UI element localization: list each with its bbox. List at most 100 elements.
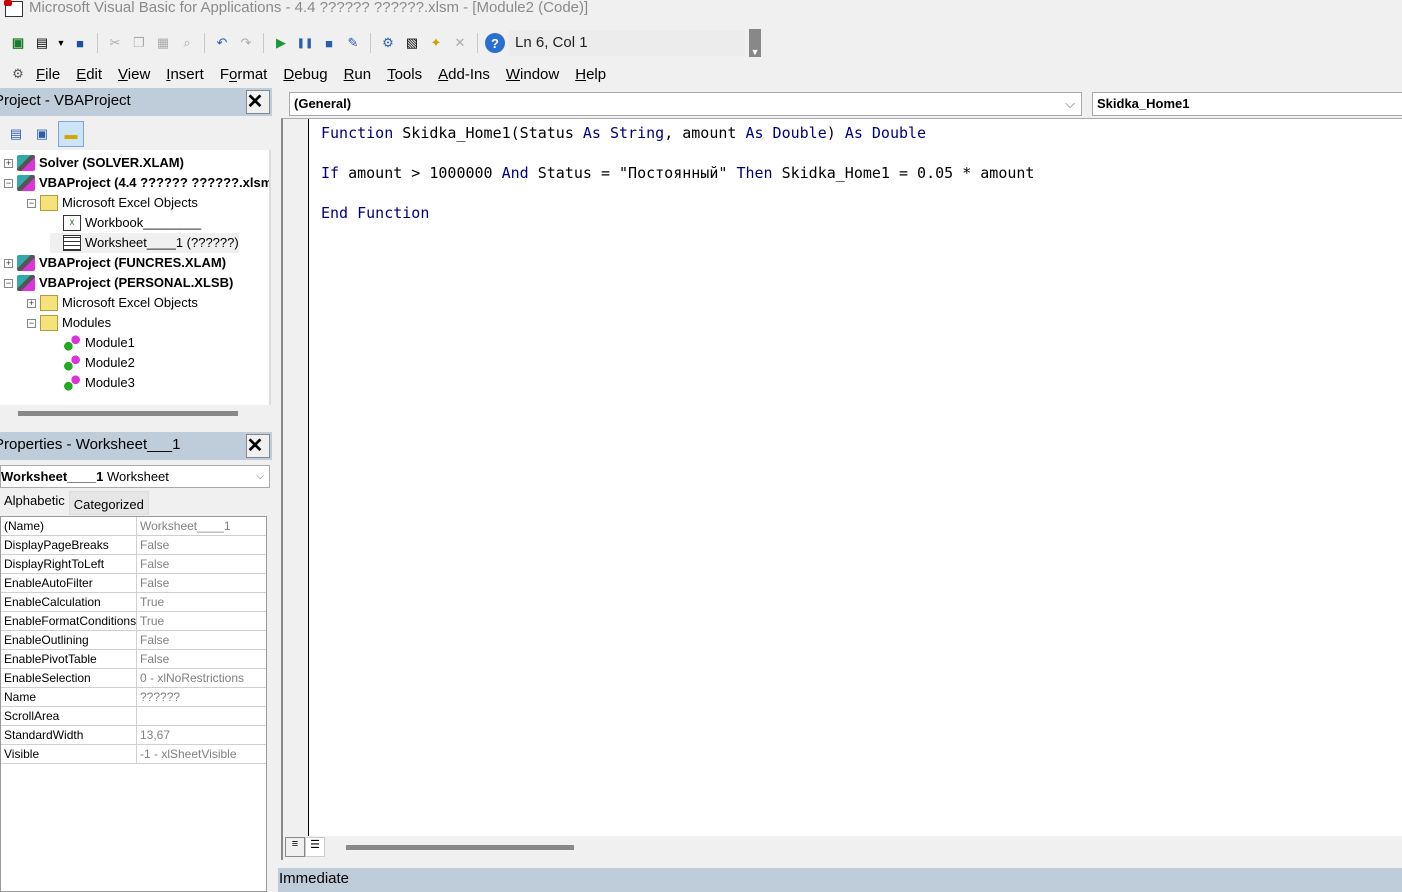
property-row[interactable]: DisplayRightToLeft False	[1, 555, 266, 574]
property-row[interactable]: ScrollArea	[1, 707, 266, 726]
property-row[interactable]: EnableOutlining False	[1, 631, 266, 650]
copy-icon[interactable]: ❐	[129, 33, 149, 53]
tree-item[interactable]: + Microsoft Excel Objects	[27, 293, 198, 313]
menu-view[interactable]: View	[118, 66, 150, 83]
property-value[interactable]: True	[137, 593, 266, 611]
menu-format[interactable]: Format	[220, 66, 268, 83]
toolbar-options-icon[interactable]: ▼	[749, 29, 761, 57]
property-row[interactable]: (Name) Worksheet____1	[1, 517, 266, 536]
toggle-folders-icon[interactable]: ▬	[58, 121, 84, 147]
design-mode-icon[interactable]: ✎	[343, 33, 363, 53]
property-value[interactable]: -1 - xlSheetVisible	[137, 745, 266, 763]
undo-icon[interactable]: ↶	[212, 33, 232, 53]
project-icon	[17, 155, 35, 171]
menu-window[interactable]: Window	[506, 66, 559, 83]
collapse-icon[interactable]: −	[4, 178, 13, 188]
menu-insert[interactable]: Insert	[166, 66, 204, 83]
find-icon[interactable]: ⌕	[177, 33, 197, 53]
vba-menu-icon[interactable]: ⚙	[8, 64, 28, 84]
property-row[interactable]: DisplayPageBreaks False	[1, 536, 266, 555]
tab-alphabetic[interactable]: Alphabetic	[0, 491, 69, 515]
menu-edit[interactable]: Edit	[76, 66, 102, 83]
insert-userform-icon[interactable]: ▤	[32, 33, 52, 53]
paste-icon[interactable]: ▦	[153, 33, 173, 53]
tree-item[interactable]: − Microsoft Excel Objects	[27, 193, 198, 213]
title-bar: Microsoft Visual Basic for Applications …	[0, 0, 1402, 20]
tree-item[interactable]: Module1	[50, 333, 135, 353]
property-row[interactable]: EnableFormatConditionsCalculationTrue	[1, 612, 266, 631]
property-value[interactable]: 0 - xlNoRestrictions	[137, 669, 266, 687]
procedure-view-icon[interactable]: ≡	[285, 837, 305, 857]
property-row[interactable]: StandardWidth 13,67	[1, 726, 266, 745]
close-project-pane-button[interactable]: ✕	[246, 90, 270, 114]
menu-help[interactable]: Help	[575, 66, 606, 83]
collapse-icon[interactable]: −	[27, 198, 36, 208]
property-value[interactable]: False	[137, 536, 266, 554]
code-line[interactable]: If amount > 1000000 And Status = "Постоя…	[321, 164, 1034, 182]
expand-icon[interactable]: +	[27, 298, 36, 308]
tree-item[interactable]: − VBAProject (4.4 ?????? ??????.xlsm)	[4, 173, 269, 193]
property-value[interactable]: False	[137, 631, 266, 649]
save-icon[interactable]: ■	[70, 33, 90, 53]
view-excel-icon[interactable]: ▣	[8, 33, 28, 53]
property-value[interactable]: False	[137, 650, 266, 668]
window-title: Microsoft Visual Basic for Applications …	[29, 0, 589, 16]
tree-item[interactable]: Module3	[50, 373, 135, 393]
menu-add-ins[interactable]: Add-Ins	[438, 66, 490, 83]
tree-item[interactable]: x Workbook________	[50, 213, 201, 233]
code-hscrollbar[interactable]	[346, 845, 574, 850]
property-row[interactable]: Visible -1 - xlSheetVisible	[1, 745, 266, 764]
object-selector[interactable]: Worksheet____1 Worksheet ⌵	[0, 465, 270, 488]
module-icon	[63, 355, 81, 371]
property-value[interactable]	[137, 707, 266, 725]
code-editor[interactable]: Function Skidka_Home1(Status As String, …	[281, 118, 1402, 838]
collapse-icon[interactable]: −	[4, 278, 13, 288]
property-row[interactable]: EnableSelection 0 - xlNoRestrictions	[1, 669, 266, 688]
property-value[interactable]: Worksheet____1	[137, 517, 266, 535]
property-row[interactable]: EnableCalculation True	[1, 593, 266, 612]
object-combo[interactable]: (General) ⌵	[289, 92, 1082, 116]
tree-item[interactable]: + Solver (SOLVER.XLAM)	[4, 153, 184, 173]
collapse-icon[interactable]: −	[27, 318, 36, 328]
help-icon[interactable]: ?	[485, 33, 505, 53]
run-icon[interactable]: ▶	[271, 33, 291, 53]
view-code-icon[interactable]: ▤	[6, 124, 26, 144]
close-properties-pane-button[interactable]: ✕	[246, 434, 270, 458]
tree-item[interactable]: − Modules	[27, 313, 111, 333]
menu-debug[interactable]: Debug	[283, 66, 327, 83]
insert-dropdown-icon[interactable]: ▼	[56, 33, 66, 53]
code-line[interactable]: Function Skidka_Home1(Status As String, …	[321, 124, 926, 142]
tab-categorized[interactable]: Categorized	[68, 491, 149, 515]
property-row[interactable]: EnablePivotTable False	[1, 650, 266, 669]
margin-indicator-bar[interactable]	[283, 119, 309, 838]
redo-icon[interactable]: ↷	[236, 33, 256, 53]
property-value[interactable]: 13,67	[137, 726, 266, 744]
property-value[interactable]: False	[137, 574, 266, 592]
property-value[interactable]: ??????	[137, 688, 266, 706]
expand-icon[interactable]: +	[4, 158, 13, 168]
reset-icon[interactable]: ■	[319, 33, 339, 53]
cut-icon[interactable]: ✂	[105, 33, 125, 53]
menu-file[interactable]: File	[36, 66, 60, 83]
object-browser-icon[interactable]: ✦	[426, 33, 446, 53]
menu-tools[interactable]: Tools	[387, 66, 422, 83]
tree-item[interactable]: − VBAProject (PERSONAL.XLSB)	[4, 273, 233, 293]
property-row[interactable]: EnableAutoFilter False	[1, 574, 266, 593]
code-line[interactable]: End Function	[321, 204, 429, 222]
project-explorer-icon[interactable]: ⚙	[378, 33, 398, 53]
property-value[interactable]: True	[137, 612, 266, 630]
tree-item[interactable]: Module2	[50, 353, 135, 373]
menu-run[interactable]: Run	[344, 66, 372, 83]
tree-item[interactable]: Worksheet____1 (??????)	[50, 233, 239, 253]
property-value[interactable]: False	[137, 555, 266, 573]
property-row[interactable]: Name??????	[1, 688, 266, 707]
properties-icon[interactable]: ▧	[402, 33, 422, 53]
project-tree-hscrollbar[interactable]	[18, 411, 238, 416]
break-icon[interactable]: ❚❚	[295, 33, 315, 53]
tree-item[interactable]: + VBAProject (FUNCRES.XLAM)	[4, 253, 226, 273]
full-module-view-icon[interactable]: ☰	[305, 837, 325, 857]
expand-icon[interactable]: +	[4, 258, 13, 268]
procedure-combo[interactable]: Skidka_Home1	[1092, 92, 1402, 116]
toolbox-icon[interactable]: ✕	[450, 33, 470, 53]
view-object-icon[interactable]: ▣	[32, 124, 52, 144]
